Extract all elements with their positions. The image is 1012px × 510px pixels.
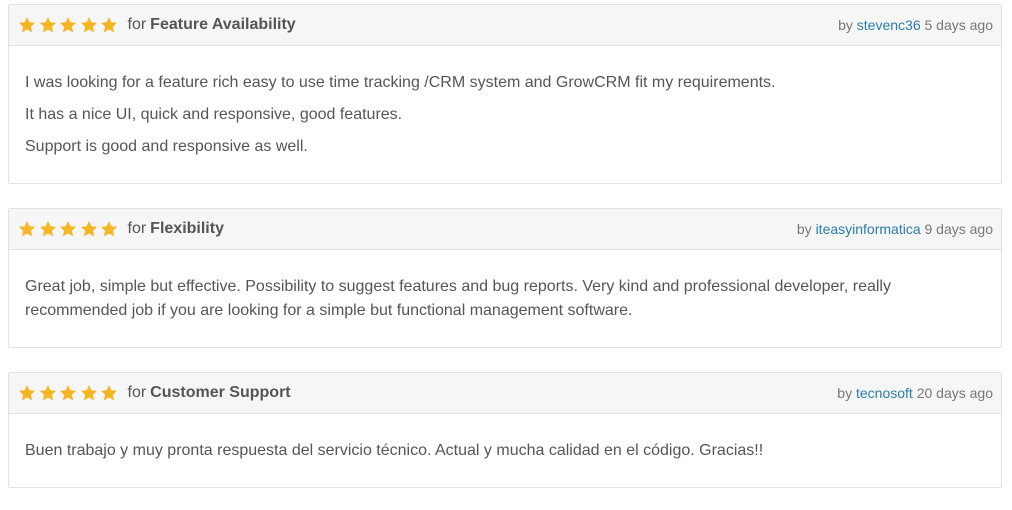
author-link[interactable]: stevenc36 [857, 17, 921, 33]
review-paragraph: Buen trabajo y muy pronta respuesta del … [25, 442, 764, 459]
star-rating [17, 383, 120, 403]
review-header: for Customer Support by tecnosoft 20 day… [9, 373, 1001, 414]
review-body: Great job, simple but effective. Possibi… [9, 250, 1001, 323]
review-body: Buen trabajo y muy pronta respuesta del … [9, 414, 1001, 463]
star-icon [79, 383, 99, 403]
for-label: for [127, 384, 147, 401]
star-icon [17, 219, 37, 239]
for-label: for [127, 220, 147, 237]
review-paragraph: Great job, simple but effective. Possibi… [25, 278, 891, 319]
author-link[interactable]: tecnosoft [856, 385, 913, 401]
star-icon [58, 15, 78, 35]
star-icon [58, 219, 78, 239]
star-icon [38, 15, 58, 35]
review-paragraph: Support is good and responsive as well. [25, 138, 308, 155]
by-label: by [838, 17, 853, 33]
review-paragraph: I was looking for a feature rich easy to… [25, 74, 776, 91]
review-card: for Flexibility by iteasyinformatica 9 d… [8, 208, 1002, 348]
star-icon [99, 219, 119, 239]
review-time: 5 days ago [924, 17, 994, 33]
review-header: for Flexibility by iteasyinformatica 9 d… [9, 209, 1001, 250]
by-label: by [837, 385, 853, 401]
star-icon [38, 383, 58, 403]
by-label: by [796, 221, 812, 237]
star-icon [99, 15, 119, 35]
star-icon [99, 383, 119, 403]
review-time: 9 days ago [924, 221, 994, 237]
review-paragraph: It has a nice UI, quick and responsive, … [25, 106, 403, 123]
review-title: for Customer Support [17, 383, 291, 403]
star-icon [17, 15, 37, 35]
review-category: Flexibility [150, 220, 224, 237]
star-icon [17, 383, 37, 403]
review-title: for Flexibility [17, 219, 224, 239]
review-meta: by tecnosoft 20 days ago [837, 385, 993, 401]
star-icon [58, 383, 78, 403]
review-body: I was looking for a feature rich easy to… [9, 46, 1001, 159]
review-meta: by stevenc36 5 days ago [838, 17, 993, 33]
review-category: Feature Availability [150, 16, 296, 33]
star-icon [79, 15, 99, 35]
star-icon [79, 219, 99, 239]
review-time: 20 days ago [916, 385, 993, 401]
star-icon [38, 219, 58, 239]
for-label: for [127, 16, 147, 33]
review-card: for Customer Support by tecnosoft 20 day… [8, 372, 1002, 488]
star-rating [17, 15, 120, 35]
review-header: for Feature Availability by stevenc36 5 … [9, 5, 1001, 46]
star-rating [17, 219, 120, 239]
author-link[interactable]: iteasyinformatica [816, 221, 921, 237]
review-title: for Feature Availability [17, 15, 296, 35]
review-card: for Feature Availability by stevenc36 5 … [8, 4, 1002, 184]
review-category: Customer Support [150, 384, 291, 401]
review-meta: by iteasyinformatica 9 days ago [797, 221, 993, 237]
